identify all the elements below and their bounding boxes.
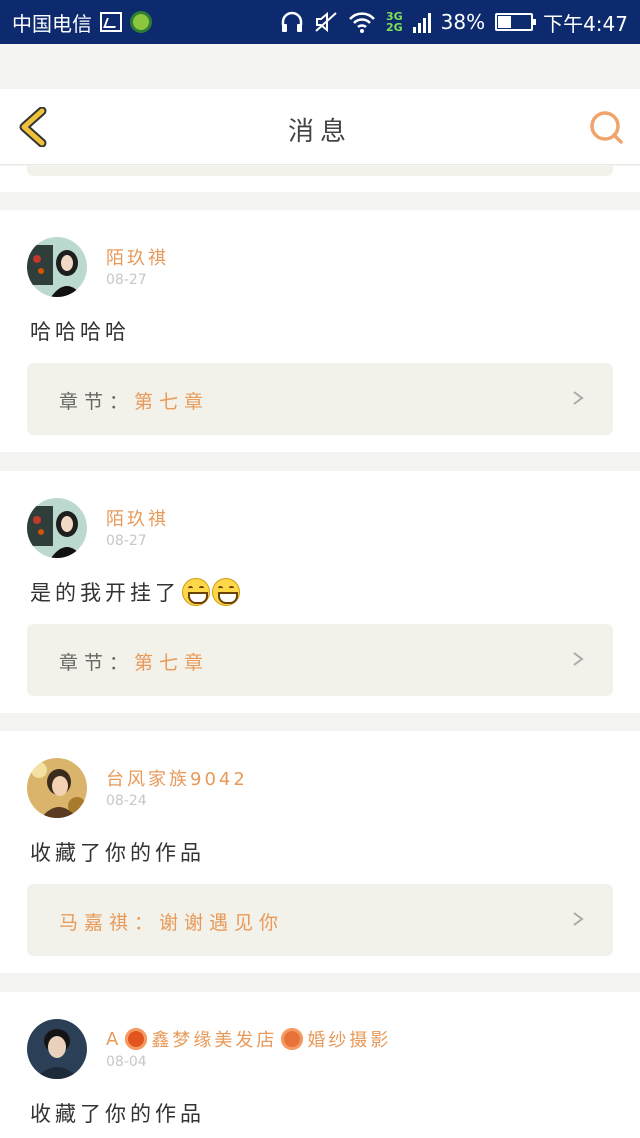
top-navigation-bar: 消息 [0, 89, 640, 165]
carrier-label: 中国电信 [12, 11, 92, 36]
message-card[interactable]: A 鑫梦缘美发店 婚纱摄影 08-04 收藏了你的作品 [0, 992, 640, 1138]
flower-icon [281, 1028, 304, 1050]
message-text: 是的我开挂了 [30, 577, 240, 607]
username[interactable]: A 鑫梦缘美发店 婚纱摄影 [106, 1026, 391, 1052]
app-notification-icon [130, 11, 152, 33]
username[interactable]: 陌玖祺 [106, 505, 169, 531]
message-card[interactable]: 陌玖祺 08-27 是的我开挂了 章节：第七章 [0, 471, 640, 713]
message-card[interactable]: 台风家族9042 08-24 收藏了你的作品 马嘉祺：谢谢遇见你 [0, 731, 640, 973]
search-button[interactable] [588, 109, 624, 145]
clock: 下午4:47 [543, 11, 628, 36]
reference-line: 马嘉祺：谢谢遇见你 [59, 908, 284, 935]
image-notification-icon [100, 12, 122, 32]
avatar[interactable] [27, 237, 87, 297]
message-text-content: 哈哈哈哈 [30, 320, 130, 344]
chevron-right-icon [573, 391, 584, 405]
network-type: 3G 2G [386, 11, 403, 33]
chevron-right-icon [573, 652, 584, 666]
reference-label: 马嘉祺： [59, 912, 160, 934]
signal-icon [412, 11, 431, 33]
reference-label: 章节： [59, 391, 135, 413]
message-text-content: 收藏了你的作品 [30, 1102, 205, 1126]
page-title: 消息 [287, 117, 352, 147]
message-text: 哈哈哈哈 [30, 316, 130, 346]
chevron-right-icon [573, 912, 584, 926]
reference-value: 第七章 [134, 652, 210, 674]
avatar[interactable] [27, 498, 87, 558]
wifi-icon [348, 11, 376, 33]
search-icon [590, 111, 623, 144]
message-date: 08-24 [106, 793, 147, 809]
message-text: 收藏了你的作品 [30, 837, 205, 867]
headphones-icon [280, 11, 304, 33]
message-text-content: 收藏了你的作品 [30, 841, 205, 865]
reference-line: 章节：第七章 [59, 387, 209, 414]
grinning-emoji-icon [212, 578, 240, 606]
message-card[interactable]: 陌玖祺 08-27 哈哈哈哈 章节：第七章 [0, 210, 640, 452]
mute-icon [314, 11, 338, 33]
rose-icon [125, 1028, 148, 1050]
message-text-content: 是的我开挂了 [30, 581, 180, 605]
previous-message-card-partial [0, 166, 640, 192]
reference-line: 章节：第七章 [59, 648, 209, 675]
work-reference-box[interactable]: 马嘉祺：谢谢遇见你 [27, 884, 613, 956]
username[interactable]: 台风家族9042 [106, 765, 248, 791]
message-date: 08-27 [106, 533, 147, 549]
reference-label: 章节： [59, 652, 135, 674]
avatar[interactable] [27, 1019, 87, 1079]
reference-value: 谢谢遇见你 [159, 912, 285, 934]
username-prefix: A [106, 1028, 122, 1050]
username-middle: 鑫梦缘美发店 [151, 1030, 278, 1051]
previous-reference-box-partial [27, 166, 613, 176]
username-suffix: 婚纱摄影 [307, 1030, 392, 1051]
battery-icon [495, 13, 537, 31]
reference-value: 第七章 [134, 391, 210, 413]
message-date: 08-04 [106, 1054, 147, 1070]
battery-percent: 38% [440, 10, 486, 34]
message-text: 收藏了你的作品 [30, 1098, 205, 1128]
grinning-emoji-icon [182, 578, 210, 606]
username[interactable]: 陌玖祺 [106, 244, 169, 270]
avatar[interactable] [27, 758, 87, 818]
message-date: 08-27 [106, 272, 147, 288]
chapter-reference-box[interactable]: 章节：第七章 [27, 624, 613, 696]
chapter-reference-box[interactable]: 章节：第七章 [27, 363, 613, 435]
status-bar: 中国电信 3G 2G 38% 下午4:47 [0, 0, 640, 44]
network-2g-label: 2G [385, 21, 403, 34]
